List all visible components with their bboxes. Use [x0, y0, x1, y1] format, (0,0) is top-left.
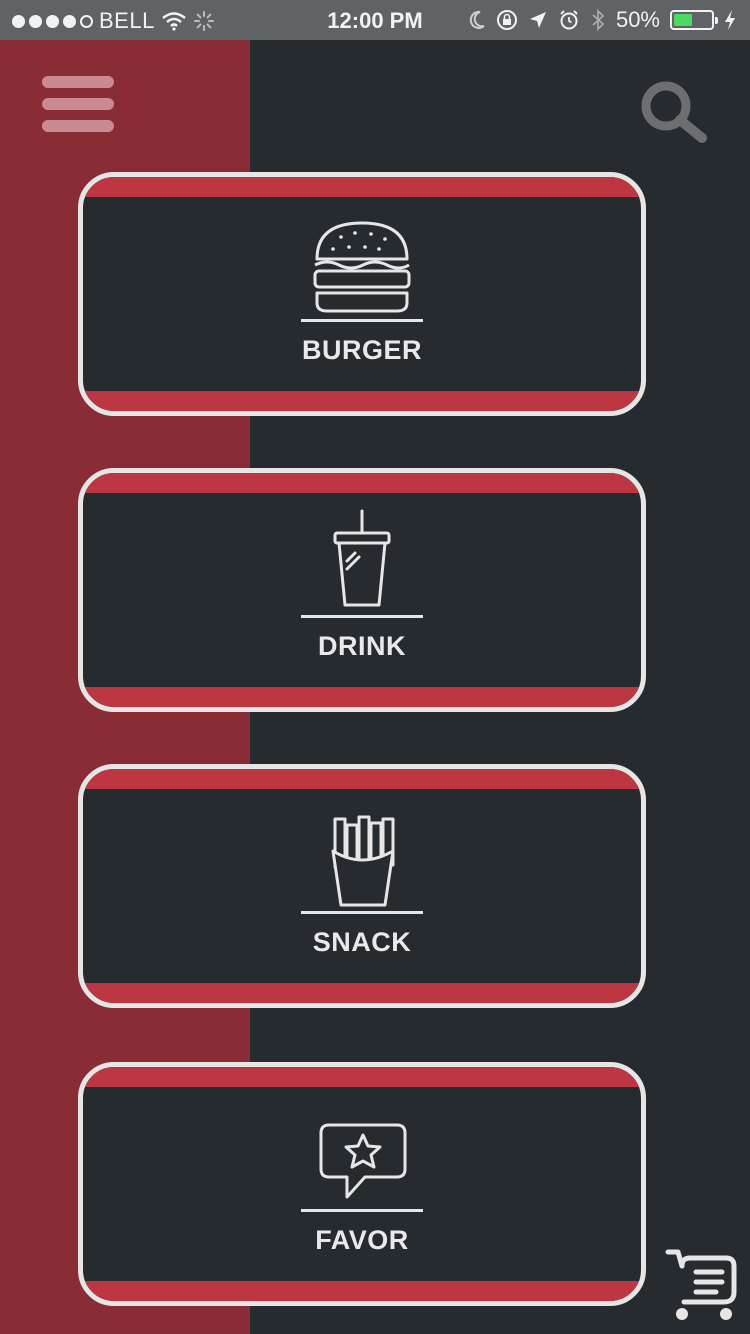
cart-button[interactable] — [664, 1246, 740, 1324]
card-top-stripe — [83, 769, 641, 789]
category-card-drink[interactable]: DRINK — [78, 468, 646, 712]
category-label-snack: SNACK — [312, 927, 412, 957]
card-bottom-stripe — [83, 687, 641, 707]
fries-icon — [331, 815, 395, 907]
card-bottom-stripe — [83, 391, 641, 411]
category-label-favor: FAVOR — [315, 1225, 409, 1255]
burger-icon — [313, 221, 411, 313]
alarm-clock-icon — [560, 10, 578, 30]
category-label-drink: DRINK — [318, 631, 406, 661]
menu-button[interactable] — [42, 76, 114, 132]
search-icon — [641, 81, 707, 143]
hamburger-menu-icon — [42, 76, 114, 132]
category-card-snack[interactable]: SNACK — [78, 764, 646, 1008]
star-speech-bubble-icon — [319, 1123, 407, 1199]
card-top-stripe — [83, 473, 641, 493]
card-bottom-stripe — [83, 983, 641, 1003]
status-bar: BELL 12:00 PM 50% — [0, 0, 750, 40]
do-not-disturb-moon-icon — [469, 10, 485, 29]
card-top-stripe — [83, 177, 641, 197]
card-bottom-stripe — [83, 1281, 641, 1301]
battery-icon — [670, 10, 718, 30]
bluetooth-icon — [592, 8, 605, 32]
card-divider — [301, 319, 423, 322]
battery-percent: 50% — [615, 7, 660, 32]
location-arrow-icon — [529, 12, 546, 28]
card-top-stripe — [83, 1067, 641, 1087]
category-card-favor[interactable]: FAVOR — [78, 1062, 646, 1306]
search-button[interactable] — [638, 80, 712, 146]
shopping-cart-icon — [665, 1249, 737, 1320]
card-divider — [301, 1209, 423, 1212]
rotation-lock-icon — [496, 10, 517, 30]
status-right: 50% — [468, 7, 736, 33]
charging-bolt-icon — [725, 10, 735, 30]
category-label-burger: BURGER — [301, 335, 422, 365]
card-divider — [301, 911, 423, 914]
drink-cup-icon — [333, 509, 391, 607]
category-card-burger[interactable]: BURGER — [78, 172, 646, 416]
card-divider — [301, 615, 423, 618]
